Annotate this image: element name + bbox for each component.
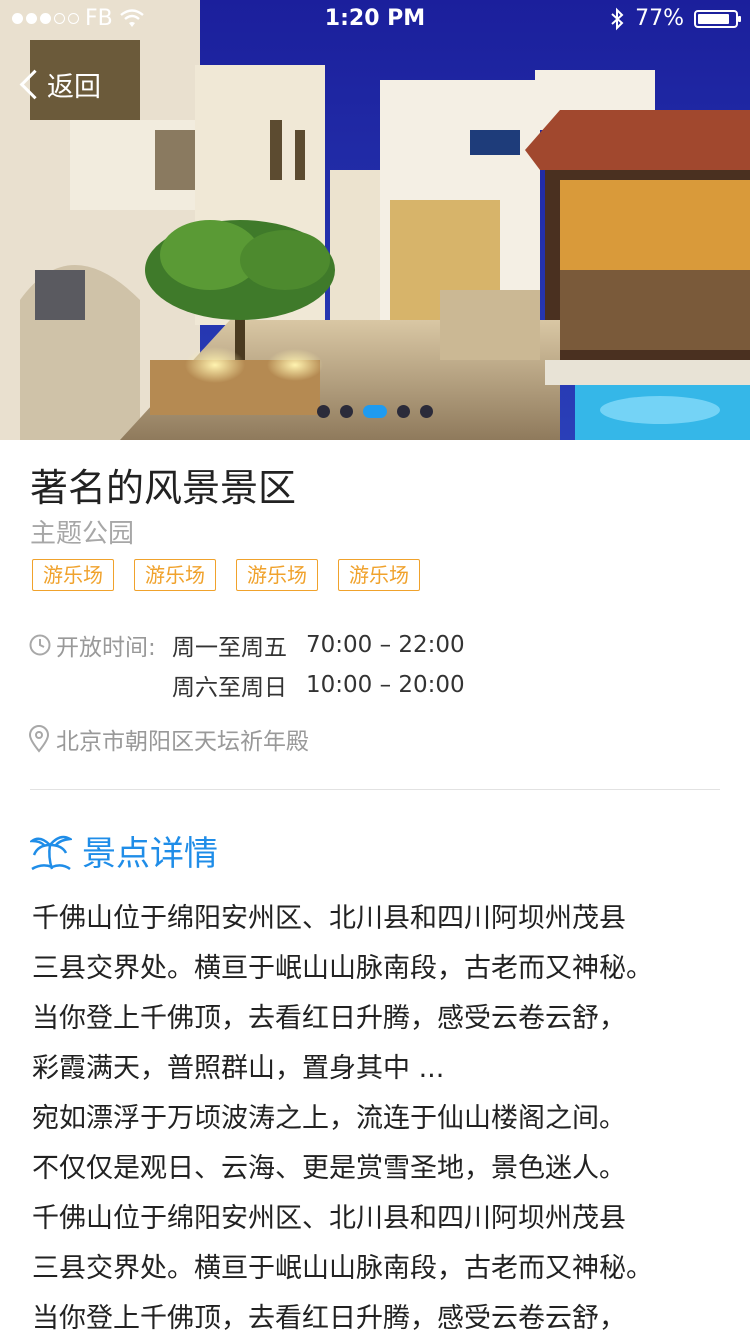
pager-dot-active[interactable] xyxy=(363,405,387,418)
pager-dot[interactable] xyxy=(340,405,353,418)
hours-time: 10:00 – 20:00 xyxy=(306,672,465,698)
pager-dot[interactable] xyxy=(317,405,330,418)
place-title: 著名的风景景区 xyxy=(30,466,297,510)
hours-label: 开放时间: xyxy=(56,635,156,661)
divider xyxy=(30,789,720,790)
clock-icon xyxy=(29,634,51,656)
pager-dot[interactable] xyxy=(420,405,433,418)
palm-tree-icon xyxy=(30,835,72,870)
carousel-pager[interactable] xyxy=(0,405,750,418)
details-text: 千佛山位于绵阳安州区、北川县和四川阿坝州茂县 三县交界处。横亘于岷山山脉南段，古… xyxy=(32,903,653,1334)
status-bar: FB 1:20 PM 77% xyxy=(0,0,750,40)
details-heading-text: 景点详情 xyxy=(82,834,218,874)
details-heading: 景点详情 xyxy=(30,826,218,875)
back-button[interactable]: 返回 xyxy=(18,62,101,106)
back-label: 返回 xyxy=(47,71,101,103)
address[interactable]: 北京市朝阳区天坛祈年殿 xyxy=(28,722,309,756)
tag[interactable]: 游乐场 xyxy=(236,559,318,591)
tag-list: 游乐场 游乐场 游乐场 游乐场 xyxy=(32,559,420,591)
chevron-left-icon xyxy=(19,69,50,99)
place-category: 主题公园 xyxy=(30,519,135,549)
hours-days: 周一至周五 xyxy=(172,635,287,661)
battery-icon xyxy=(694,9,741,28)
bluetooth-icon xyxy=(611,7,624,30)
tag[interactable]: 游乐场 xyxy=(338,559,420,591)
battery-percent: 77% xyxy=(635,6,684,31)
hero-carousel[interactable]: FB 1:20 PM 77% 返回 xyxy=(0,0,750,440)
opening-hours: 开放时间: 周一至周五 70:00 – 22:00 周六至周日 10:00 – … xyxy=(28,625,465,705)
hours-time: 70:00 – 22:00 xyxy=(306,632,465,658)
address-text: 北京市朝阳区天坛祈年殿 xyxy=(56,729,309,755)
tag[interactable]: 游乐场 xyxy=(32,559,114,591)
tag[interactable]: 游乐场 xyxy=(134,559,216,591)
resort-photo xyxy=(0,0,750,440)
pager-dot[interactable] xyxy=(397,405,410,418)
location-pin-icon xyxy=(28,725,50,753)
hours-days: 周六至周日 xyxy=(172,675,287,701)
